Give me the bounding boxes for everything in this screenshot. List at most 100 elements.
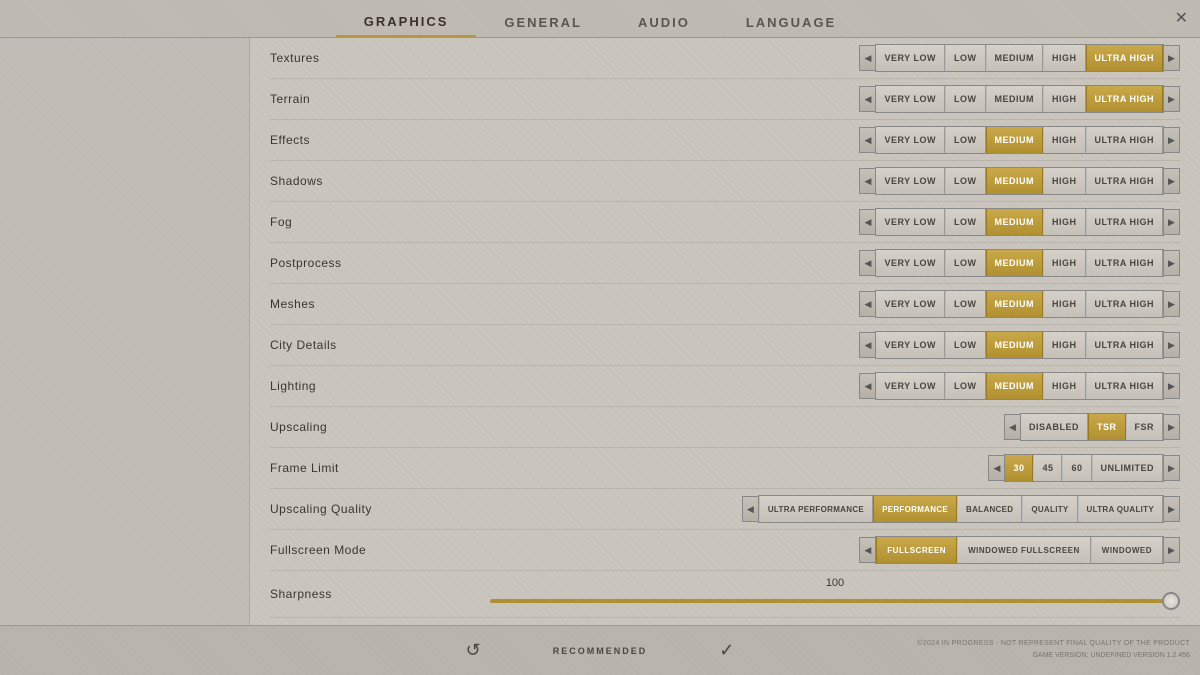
- textures-very-low[interactable]: VERY LOW: [876, 45, 945, 71]
- upscaling-fsr[interactable]: FSR: [1126, 414, 1164, 440]
- frame-limit-45[interactable]: 45: [1033, 455, 1062, 481]
- tab-graphics[interactable]: GRAPHICS: [336, 8, 477, 37]
- effects-high[interactable]: HIGH: [1043, 127, 1086, 153]
- shadows-low[interactable]: LOW: [945, 168, 986, 194]
- lighting-medium[interactable]: MEDIUM: [986, 373, 1044, 399]
- tab-language[interactable]: LANGUAGE: [718, 9, 864, 36]
- fog-label: Fog: [270, 215, 490, 229]
- terrain-left-arrow[interactable]: ◀: [859, 86, 875, 112]
- confirm-button[interactable]: ✓: [703, 634, 750, 667]
- effects-right-arrow[interactable]: ▶: [1164, 127, 1180, 153]
- terrain-high[interactable]: HIGH: [1043, 86, 1086, 112]
- textures-ultra-high[interactable]: ULTRA HIGH: [1086, 45, 1164, 71]
- meshes-very-low[interactable]: VERY LOW: [876, 291, 945, 317]
- postprocess-medium[interactable]: MEDIUM: [986, 250, 1044, 276]
- textures-medium[interactable]: MEDIUM: [986, 45, 1044, 71]
- fog-low[interactable]: LOW: [945, 209, 986, 235]
- terrain-low[interactable]: LOW: [945, 86, 986, 112]
- lighting-ultra-high[interactable]: ULTRA HIGH: [1086, 373, 1164, 399]
- effects-medium[interactable]: MEDIUM: [986, 127, 1044, 153]
- uq-ultra-perf[interactable]: ULTRA PERFORMANCE: [759, 496, 873, 522]
- effects-left-arrow[interactable]: ◀: [859, 127, 875, 153]
- terrain-very-low[interactable]: VERY LOW: [876, 86, 945, 112]
- fog-high[interactable]: HIGH: [1043, 209, 1086, 235]
- postprocess-ultra-high[interactable]: ULTRA HIGH: [1086, 250, 1164, 276]
- city-details-very-low[interactable]: VERY LOW: [876, 332, 945, 358]
- effects-very-low[interactable]: VERY LOW: [876, 127, 945, 153]
- shadows-very-low[interactable]: VERY LOW: [876, 168, 945, 194]
- city-details-low[interactable]: LOW: [945, 332, 986, 358]
- upscaling-quality-right-arrow[interactable]: ▶: [1164, 496, 1180, 522]
- fullscreen-left-arrow[interactable]: ◀: [859, 537, 875, 563]
- lighting-right-arrow[interactable]: ▶: [1164, 373, 1180, 399]
- shadows-high[interactable]: HIGH: [1043, 168, 1086, 194]
- close-button[interactable]: ✕: [1175, 8, 1188, 28]
- city-details-medium[interactable]: MEDIUM: [986, 332, 1044, 358]
- textures-high[interactable]: HIGH: [1043, 45, 1086, 71]
- fog-ultra-high[interactable]: ULTRA HIGH: [1086, 209, 1164, 235]
- terrain-right-arrow[interactable]: ▶: [1164, 86, 1180, 112]
- meshes-high[interactable]: HIGH: [1043, 291, 1086, 317]
- lighting-left-arrow[interactable]: ◀: [859, 373, 875, 399]
- upscaling-quality-left-arrow[interactable]: ◀: [742, 496, 758, 522]
- upscaling-disabled[interactable]: DISABLED: [1021, 414, 1088, 440]
- upscaling-left-arrow[interactable]: ◀: [1004, 414, 1020, 440]
- frame-limit-unlimited[interactable]: UNLIMITED: [1092, 455, 1164, 481]
- frame-limit-60[interactable]: 60: [1062, 455, 1091, 481]
- effects-low[interactable]: LOW: [945, 127, 986, 153]
- uq-quality[interactable]: QUALITY: [1022, 496, 1077, 522]
- frame-limit-30[interactable]: 30: [1005, 455, 1033, 481]
- uq-ultra-quality[interactable]: ULTRA QUALITY: [1078, 496, 1163, 522]
- fog-left-arrow[interactable]: ◀: [859, 209, 875, 235]
- upscaling-tsr[interactable]: TSR: [1088, 414, 1126, 440]
- reset-button[interactable]: ↺: [450, 634, 497, 667]
- shadows-medium[interactable]: MEDIUM: [986, 168, 1044, 194]
- fullscreen-fullscreen[interactable]: FULLSCREEN: [876, 537, 957, 563]
- frame-limit-left-arrow[interactable]: ◀: [988, 455, 1004, 481]
- lighting-high[interactable]: HIGH: [1043, 373, 1086, 399]
- meshes-medium[interactable]: MEDIUM: [986, 291, 1044, 317]
- textures-right-arrow[interactable]: ▶: [1164, 45, 1180, 71]
- fog-right-arrow[interactable]: ▶: [1164, 209, 1180, 235]
- lighting-low[interactable]: LOW: [945, 373, 986, 399]
- postprocess-low[interactable]: LOW: [945, 250, 986, 276]
- textures-low[interactable]: LOW: [945, 45, 986, 71]
- tab-general[interactable]: GENERAL: [476, 9, 610, 36]
- lighting-control: ◀ VERY LOW LOW MEDIUM HIGH ULTRA HIGH ▶: [490, 372, 1180, 400]
- fullscreen-right-arrow[interactable]: ▶: [1164, 537, 1180, 563]
- fog-very-low[interactable]: VERY LOW: [876, 209, 945, 235]
- sharpness-thumb[interactable]: [1162, 592, 1180, 610]
- terrain-ultra-high[interactable]: ULTRA HIGH: [1086, 86, 1164, 112]
- upscaling-right-arrow[interactable]: ▶: [1164, 414, 1180, 440]
- postprocess-high[interactable]: HIGH: [1043, 250, 1086, 276]
- reset-icon: ↺: [466, 640, 481, 661]
- meshes-low[interactable]: LOW: [945, 291, 986, 317]
- city-details-right-arrow[interactable]: ▶: [1164, 332, 1180, 358]
- tab-audio[interactable]: AUDIO: [610, 9, 718, 36]
- city-details-high[interactable]: HIGH: [1043, 332, 1086, 358]
- version-text: GAME VERSION: UNDEFINED VERSION 1.2.456: [1032, 652, 1190, 659]
- fullscreen-windowed[interactable]: WINDOWED: [1091, 537, 1163, 563]
- frame-limit-right-arrow[interactable]: ▶: [1164, 455, 1180, 481]
- meshes-ultra-high[interactable]: ULTRA HIGH: [1086, 291, 1164, 317]
- lighting-very-low[interactable]: VERY LOW: [876, 373, 945, 399]
- effects-ultra-high[interactable]: ULTRA HIGH: [1086, 127, 1164, 153]
- city-details-ultra-high[interactable]: ULTRA HIGH: [1086, 332, 1164, 358]
- textures-left-arrow[interactable]: ◀: [859, 45, 875, 71]
- meshes-left-arrow[interactable]: ◀: [859, 291, 875, 317]
- fog-medium[interactable]: MEDIUM: [986, 209, 1044, 235]
- uq-performance[interactable]: PERFORMANCE: [873, 496, 957, 522]
- shadows-ultra-high[interactable]: ULTRA HIGH: [1086, 168, 1164, 194]
- terrain-medium[interactable]: MEDIUM: [986, 86, 1044, 112]
- postprocess-very-low[interactable]: VERY LOW: [876, 250, 945, 276]
- recommended-button[interactable]: RECOMMENDED: [537, 640, 664, 662]
- fullscreen-options: FULLSCREEN WINDOWED FULLSCREEN WINDOWED: [875, 536, 1164, 564]
- meshes-right-arrow[interactable]: ▶: [1164, 291, 1180, 317]
- shadows-left-arrow[interactable]: ◀: [859, 168, 875, 194]
- fullscreen-windowed-fullscreen[interactable]: WINDOWED FULLSCREEN: [957, 537, 1091, 563]
- postprocess-left-arrow[interactable]: ◀: [859, 250, 875, 276]
- postprocess-right-arrow[interactable]: ▶: [1164, 250, 1180, 276]
- uq-balanced[interactable]: BALANCED: [957, 496, 1022, 522]
- shadows-right-arrow[interactable]: ▶: [1164, 168, 1180, 194]
- city-details-left-arrow[interactable]: ◀: [859, 332, 875, 358]
